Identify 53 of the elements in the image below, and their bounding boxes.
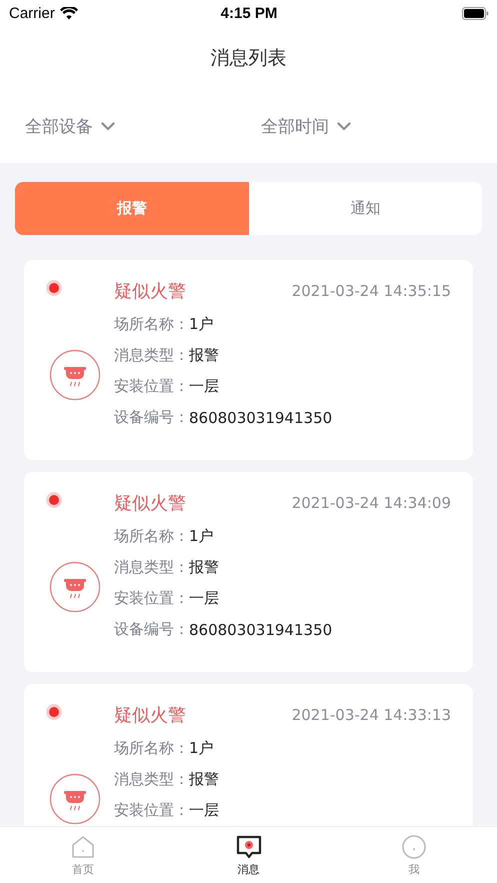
alarm-time: 2021-03-24 14:33:13 [292, 706, 451, 724]
page-title: 消息列表 [210, 46, 286, 71]
field-value: 一层 [189, 801, 219, 820]
battery-icon [462, 6, 489, 20]
field-value: 1户 [189, 315, 214, 334]
field-value: 报警 [189, 770, 219, 789]
status-time: 4:15 PM [220, 4, 278, 22]
message-card[interactable]: 疑似火警 2021-03-24 14:34:09 场所名称：1户 消息类型：报警 安装位置：一层 设备编号：860803031941350 [24, 472, 473, 672]
field-value: 一层 [189, 377, 219, 396]
alert-dot-icon [45, 491, 63, 509]
field-value: 1户 [189, 739, 214, 758]
field-label: 消息类型： [114, 346, 189, 365]
field-label: 设备编号： [114, 620, 189, 639]
field-label: 安装位置： [114, 377, 189, 396]
filter-dropdown[interactable]: 全部设备 [25, 115, 261, 138]
field-label: 场所名称： [114, 527, 189, 546]
field-label: 场所名称： [114, 739, 189, 758]
field-value: 860803031941350 [189, 408, 332, 426]
alarm-title: 疑似火警 [114, 704, 186, 727]
field-label: 场所名称： [114, 315, 189, 334]
field-label: 消息类型： [114, 770, 189, 789]
alert-dot-icon [45, 703, 63, 721]
smoke-detector-icon [49, 773, 101, 825]
field-label: 设备编号： [114, 408, 189, 427]
field-value: 1户 [189, 527, 214, 546]
alarm-time: 2021-03-24 14:35:15 [292, 282, 451, 300]
segment-tab[interactable]: 报警 [15, 182, 248, 235]
chevron-down-icon [337, 122, 351, 131]
message-card[interactable]: 疑似火警 2021-03-24 14:33:13 场所名称：1户 消息类型：报警 安装位置：一层 [24, 684, 473, 826]
alert-dot-icon [45, 279, 63, 297]
carrier-name: Carrier [9, 4, 55, 22]
tab-bar-item[interactable]: 我 [331, 827, 497, 883]
field-value: 报警 [189, 558, 219, 577]
field-label: 消息类型： [114, 558, 189, 577]
tab-bar-item[interactable]: 首页 [0, 827, 166, 883]
message-card[interactable]: 疑似火警 2021-03-24 14:35:15 场所名称：1户 消息类型：报警 安装位置：一层 设备编号：860803031941350 [24, 260, 473, 460]
field-label: 安装位置： [114, 589, 189, 608]
chevron-down-icon [101, 122, 115, 131]
smoke-detector-icon [49, 349, 101, 401]
smoke-detector-icon [49, 561, 101, 613]
wifi-icon [60, 6, 78, 20]
alarm-title: 疑似火警 [114, 280, 186, 303]
message-icon [236, 834, 262, 860]
field-value: 860803031941350 [189, 620, 332, 638]
me-icon [401, 834, 428, 860]
home-icon [70, 834, 96, 860]
filter-dropdown[interactable]: 全部时间 [261, 115, 497, 138]
field-value: 一层 [189, 589, 219, 608]
tab-bar-item[interactable]: 消息 [166, 827, 332, 883]
field-value: 报警 [189, 346, 219, 365]
alarm-time: 2021-03-24 14:34:09 [292, 494, 451, 512]
alarm-title: 疑似火警 [114, 492, 186, 515]
field-label: 安装位置： [114, 801, 189, 820]
